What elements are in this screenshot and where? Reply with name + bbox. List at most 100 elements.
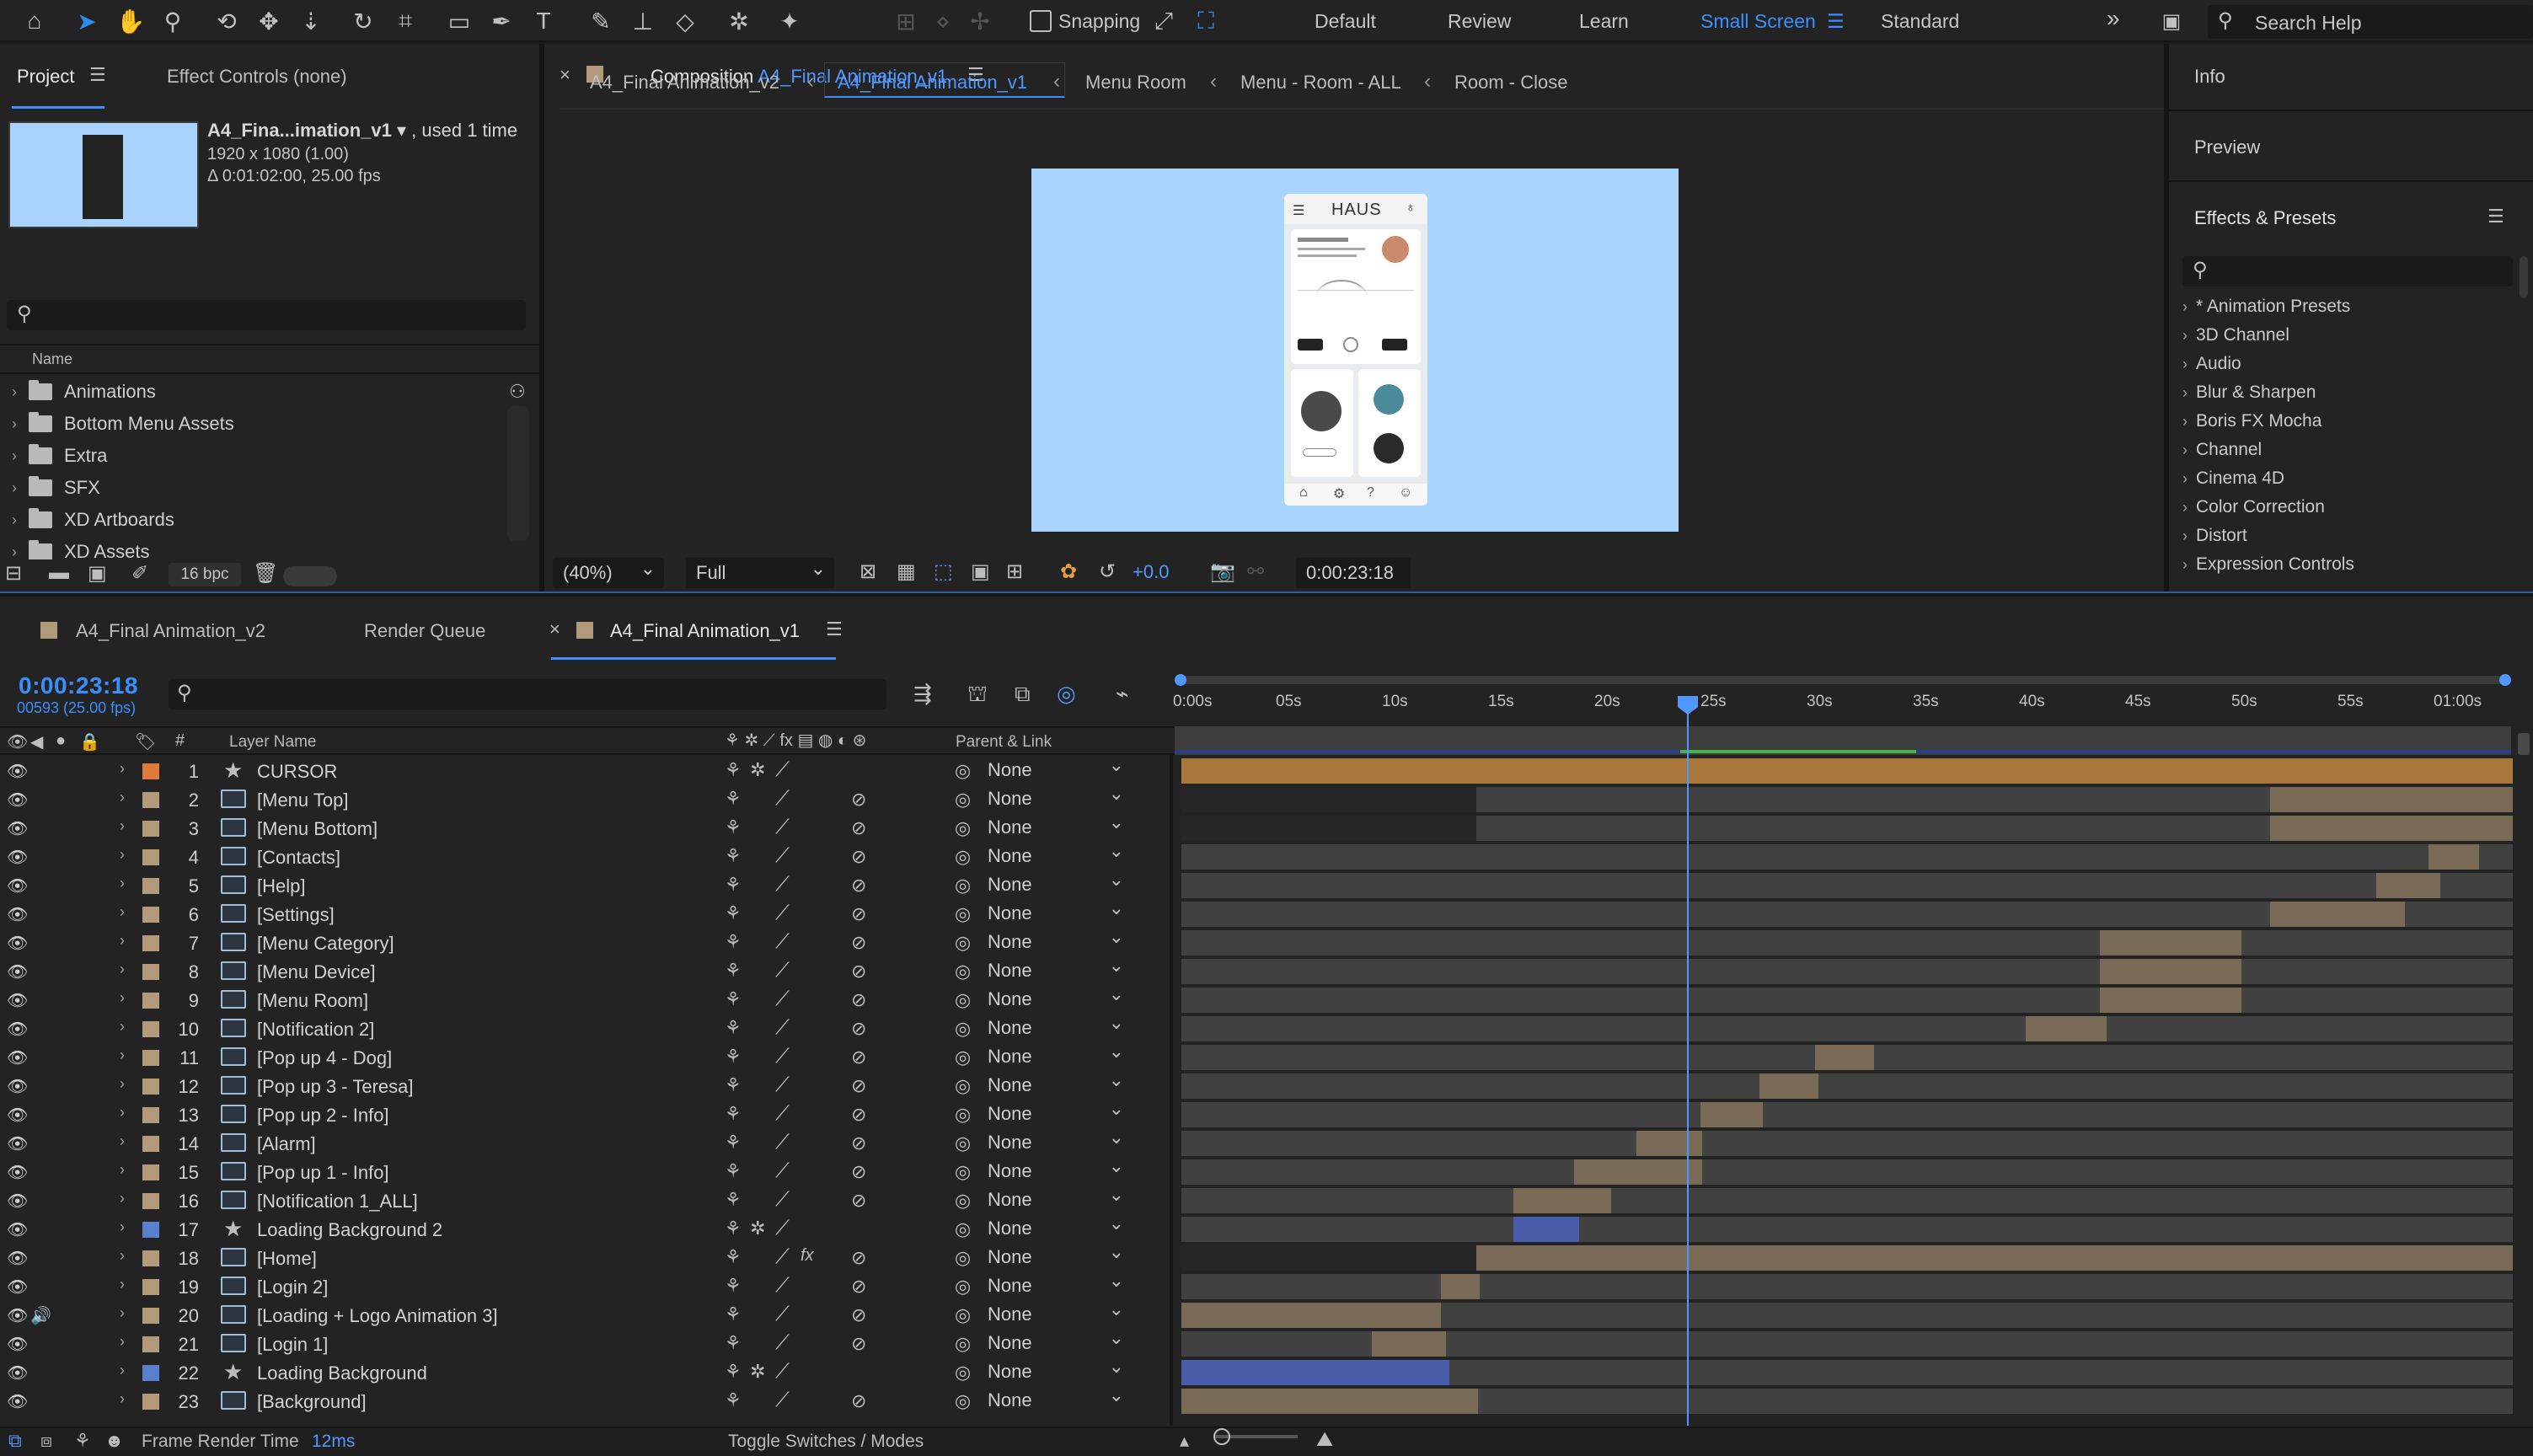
motion-blur-switch-icon[interactable]: ⊘ (851, 961, 866, 982)
pick-whip-icon[interactable]: ◎ (955, 1333, 971, 1355)
pick-whip-icon[interactable]: ◎ (955, 1075, 971, 1097)
workspace-menu-icon[interactable]: ☰ (1827, 10, 1845, 33)
label-color-swatch[interactable] (142, 1021, 159, 1037)
shy-switch-icon[interactable]: ⚘ (725, 1246, 742, 1268)
pick-whip-icon[interactable]: ◎ (955, 1276, 971, 1298)
pick-whip-icon[interactable]: ◎ (955, 1247, 971, 1269)
layer-bar-row[interactable] (1181, 1358, 2513, 1387)
pick-whip-icon[interactable]: ◎ (955, 875, 971, 897)
effects-category[interactable]: › Expression Controls (2182, 554, 2354, 575)
layer-row[interactable]: 👁 › 8 [Menu Device] ⚘ ⟋ ⊘ ◎ None (0, 955, 1178, 986)
chevron-right-icon[interactable]: › (120, 932, 125, 950)
layer-name[interactable]: [Notification 1_ALL] (257, 1191, 418, 1212)
parent-dropdown[interactable]: None (988, 1012, 1133, 1041)
effects-menu-icon[interactable]: ☰ (2487, 206, 2504, 228)
quality-switch-icon[interactable]: ⟋ (775, 1188, 790, 1212)
layer-row[interactable]: 👁 › 12 [Pop up 3 - Teresa] ⚘ ⟋ ⊘ ◎ None (0, 1069, 1178, 1100)
eye-icon[interactable]: 👁 (7, 1362, 28, 1383)
layer-duration-bar[interactable] (1181, 988, 2513, 1013)
layer-name[interactable]: [Pop up 1 - Info] (257, 1162, 389, 1184)
label-color-swatch[interactable] (142, 964, 159, 980)
parent-dropdown[interactable]: None (988, 1327, 1133, 1356)
workspace-standard[interactable]: Standard (1881, 10, 1959, 33)
chevron-right-icon[interactable]: › (120, 903, 125, 921)
layer-name[interactable]: [Help] (257, 875, 305, 897)
chevron-right-icon[interactable]: › (120, 1333, 125, 1351)
timeline-tab[interactable]: A4_Final Animation_v2 (76, 620, 265, 642)
effects-search-input[interactable]: ⚲ (2182, 256, 2513, 286)
transfer-controls-toggle-icon[interactable]: ⧈ (40, 1430, 52, 1452)
shy-switch-icon[interactable]: ⚘ (725, 1103, 742, 1125)
layer-bar-row[interactable] (1181, 843, 2513, 871)
layer-bar-row[interactable] (1181, 900, 2513, 929)
eye-icon[interactable]: 👁 (7, 961, 28, 982)
layer-row[interactable]: 👁 › 17 ★ Loading Background 2 ⚘ ✲ ⟋ ◎ None (0, 1212, 1178, 1244)
shy-switch-icon[interactable]: ⚘ (725, 1303, 742, 1325)
region-of-interest-icon[interactable]: ▣ (971, 559, 990, 584)
layer-row[interactable]: 👁 › 11 [Pop up 4 - Dog] ⚘ ⟋ ⊘ ◎ None (0, 1041, 1178, 1072)
shy-switch-icon[interactable]: ⚘ (725, 1275, 742, 1297)
shy-switch-icon[interactable]: ⚘ (725, 988, 742, 1010)
work-area-start-handle[interactable] (1175, 674, 1186, 686)
shy-switch-icon[interactable]: ⚘ (725, 931, 742, 953)
clone-stamp-icon[interactable]: ⊥ (627, 5, 659, 37)
comp-flowchart-icon[interactable]: ⇶ (913, 681, 932, 707)
parent-dropdown[interactable]: None (988, 1298, 1133, 1327)
layer-active-segment[interactable] (1181, 1389, 1478, 1414)
parent-dropdown[interactable]: None (988, 1356, 1133, 1384)
layer-active-segment[interactable] (1181, 1303, 1441, 1328)
shy-switch-icon[interactable]: ⚘ (725, 845, 742, 867)
layer-name[interactable]: [Settings] (257, 904, 335, 926)
layer-row[interactable]: 👁 › 14 [Alarm] ⚘ ⟋ ⊘ ◎ None (0, 1127, 1178, 1158)
eye-icon[interactable]: 👁 (7, 1219, 28, 1239)
effects-scrollbar[interactable] (2520, 256, 2528, 298)
layer-row[interactable]: 👁 › 10 [Notification 2] ⚘ ⟋ ⊘ ◎ None (0, 1012, 1178, 1043)
chevron-right-icon[interactable]: › (120, 846, 125, 864)
layer-row[interactable]: 👁 › 9 [Menu Room] ⚘ ⟋ ⊘ ◎ None (0, 983, 1178, 1014)
layer-active-segment[interactable] (2270, 787, 2513, 812)
parent-dropdown[interactable]: None (988, 1041, 1133, 1069)
folder-row[interactable]: › XD Artboards (0, 504, 506, 536)
layer-name[interactable]: [Notification 2] (257, 1019, 374, 1041)
chevron-right-icon[interactable]: › (120, 961, 125, 978)
shy-switch-icon[interactable]: ⚘ (725, 1132, 742, 1154)
eye-icon[interactable]: 👁 (7, 990, 28, 1010)
label-color-swatch[interactable] (142, 993, 159, 1009)
layer-row[interactable]: 👁 › 23 [Background] ⚘ ⟋ ⊘ ◎ None (0, 1384, 1178, 1416)
layer-bar-row[interactable] (1181, 1100, 2513, 1129)
layer-bar-row[interactable] (1181, 1387, 2513, 1416)
lock-switch-icon[interactable]: 🔒 (79, 731, 100, 752)
chevron-right-icon[interactable]: › (120, 1075, 125, 1093)
shy-switch-icon[interactable]: ⚘ (725, 788, 742, 810)
timeline-scrollbar[interactable] (2516, 733, 2531, 1407)
shy-switch-icon[interactable]: ⚘ (725, 759, 742, 781)
chevron-right-icon[interactable]: › (120, 1247, 125, 1265)
graph-editor-icon[interactable]: ⌁ (1116, 681, 1129, 707)
effects-category[interactable]: › * Animation Presets (2182, 297, 2350, 317)
layer-active-segment[interactable] (1574, 1159, 1702, 1185)
toggle-switches-modes[interactable]: Toggle Switches / Modes (728, 1432, 924, 1452)
shy-switch-icon[interactable]: ⚘ (725, 1074, 742, 1096)
layer-name[interactable]: [Login 1] (257, 1334, 328, 1356)
eye-icon[interactable]: 👁 (7, 1334, 28, 1354)
label-color-swatch[interactable] (142, 1222, 159, 1238)
current-time-display[interactable]: 0:00:23:18 (19, 672, 138, 699)
label-color-swatch[interactable] (142, 1394, 159, 1410)
layer-duration-bar[interactable] (1181, 1073, 2513, 1099)
pick-whip-icon[interactable]: ◎ (955, 789, 971, 811)
layer-row[interactable]: 👁 › 18 [Home] ⚘ ⟋ fx ⊘ ◎ None (0, 1241, 1178, 1272)
layer-row[interactable]: 👁 🔊 › 20 [Loading + Logo Animation 3] ⚘ ⟋ ⊘ ◎ Non… (0, 1298, 1178, 1330)
workspace-small-screen[interactable]: Small Screen (1700, 10, 1816, 33)
effects-category[interactable]: › Distort (2182, 526, 2247, 546)
motion-blur-switch-icon[interactable]: ⊘ (851, 1046, 866, 1068)
quality-switch-icon[interactable]: ⟋ (775, 1016, 790, 1040)
effects-category[interactable]: › Boris FX Mocha (2182, 411, 2321, 431)
screen-icon[interactable]: ▣ (2155, 5, 2188, 37)
pick-whip-icon[interactable]: ◎ (955, 1161, 971, 1183)
layer-active-segment[interactable] (2026, 1016, 2107, 1041)
parent-dropdown[interactable]: None (988, 1184, 1133, 1212)
chevron-right-icon[interactable]: › (0, 415, 29, 433)
effects-presets-tab[interactable]: Effects & Presets (2194, 207, 2336, 229)
layer-bar-row[interactable] (1181, 1014, 2513, 1043)
label-color-swatch[interactable] (142, 1279, 159, 1295)
